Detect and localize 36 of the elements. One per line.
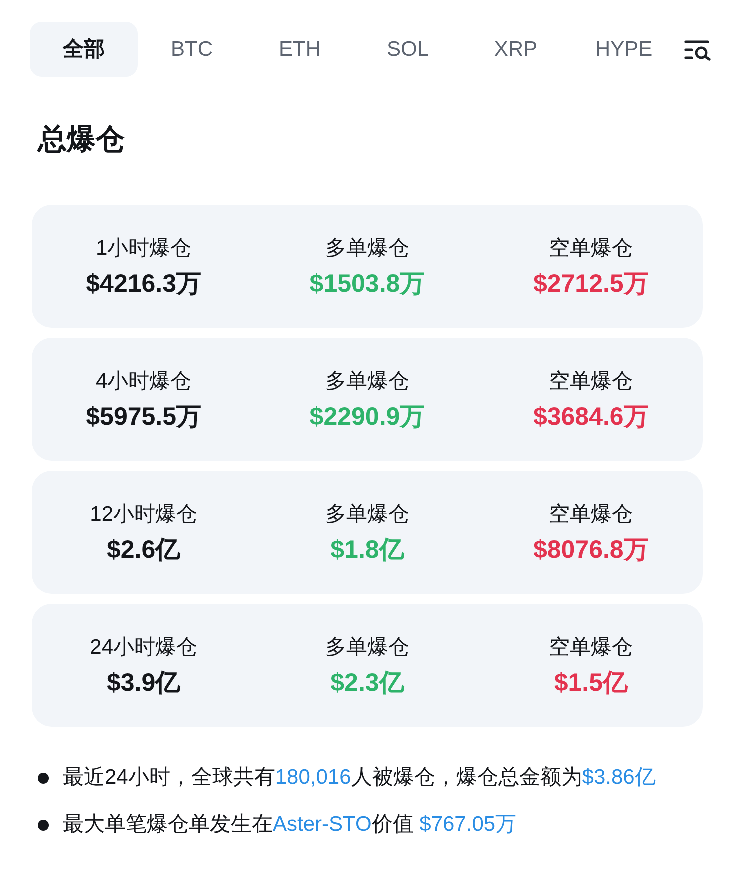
stat-value: $1.8亿 — [330, 534, 404, 564]
stat-label: 空单爆仓 — [549, 502, 634, 528]
section-title: 总爆仓 — [38, 123, 125, 158]
stat-label: 1小时爆仓 — [96, 236, 192, 262]
bullet-icon — [38, 820, 49, 830]
stat-label: 4小时爆仓 — [96, 368, 192, 394]
coin-tab[interactable]: BTC — [138, 22, 246, 77]
stat-value: $2290.9万 — [310, 402, 426, 432]
coin-tab[interactable]: XRP — [462, 22, 570, 77]
filter-search-icon[interactable] — [684, 38, 712, 60]
note-text: 最大单笔爆仓单发生在Aster-STO价值 $767.05万 — [63, 812, 517, 838]
bullet-icon — [38, 772, 49, 784]
stat-label: 多单爆仓 — [325, 368, 410, 394]
coin-tab[interactable]: 全部 — [30, 22, 138, 77]
stat-label: 空单爆仓 — [549, 368, 634, 394]
coin-tab[interactable]: HYPE — [570, 22, 678, 77]
stat-value: $2.3亿 — [330, 668, 404, 698]
stat-label: 多单爆仓 — [325, 236, 410, 262]
stat-label: 多单爆仓 — [325, 634, 410, 660]
stat-value: $1503.8万 — [310, 268, 426, 298]
stat-value: $2.6亿 — [106, 534, 181, 564]
stat-label: 空单爆仓 — [549, 236, 634, 262]
stat-label: 多单爆仓 — [325, 502, 410, 528]
stat-label: 空单爆仓 — [549, 634, 634, 660]
stat-value: $5975.5万 — [86, 402, 202, 432]
stat-value: $4216.3万 — [86, 268, 202, 298]
stat-label: 12小时爆仓 — [90, 502, 198, 528]
stat-value: $1.5亿 — [554, 668, 628, 698]
stat-label: 24小时爆仓 — [90, 634, 198, 660]
note-text: 最近24小时，全球共有180,016人被爆仓，爆仓总金额为$3.86亿 — [63, 765, 656, 791]
coin-tab[interactable]: SOL — [354, 22, 462, 77]
stat-value: $3.9亿 — [106, 668, 181, 698]
stat-value: $8076.8万 — [533, 534, 649, 564]
coin-tab[interactable]: ETH — [246, 22, 354, 77]
stat-value: $2712.5万 — [533, 268, 649, 298]
stat-value: $3684.6万 — [533, 402, 649, 432]
